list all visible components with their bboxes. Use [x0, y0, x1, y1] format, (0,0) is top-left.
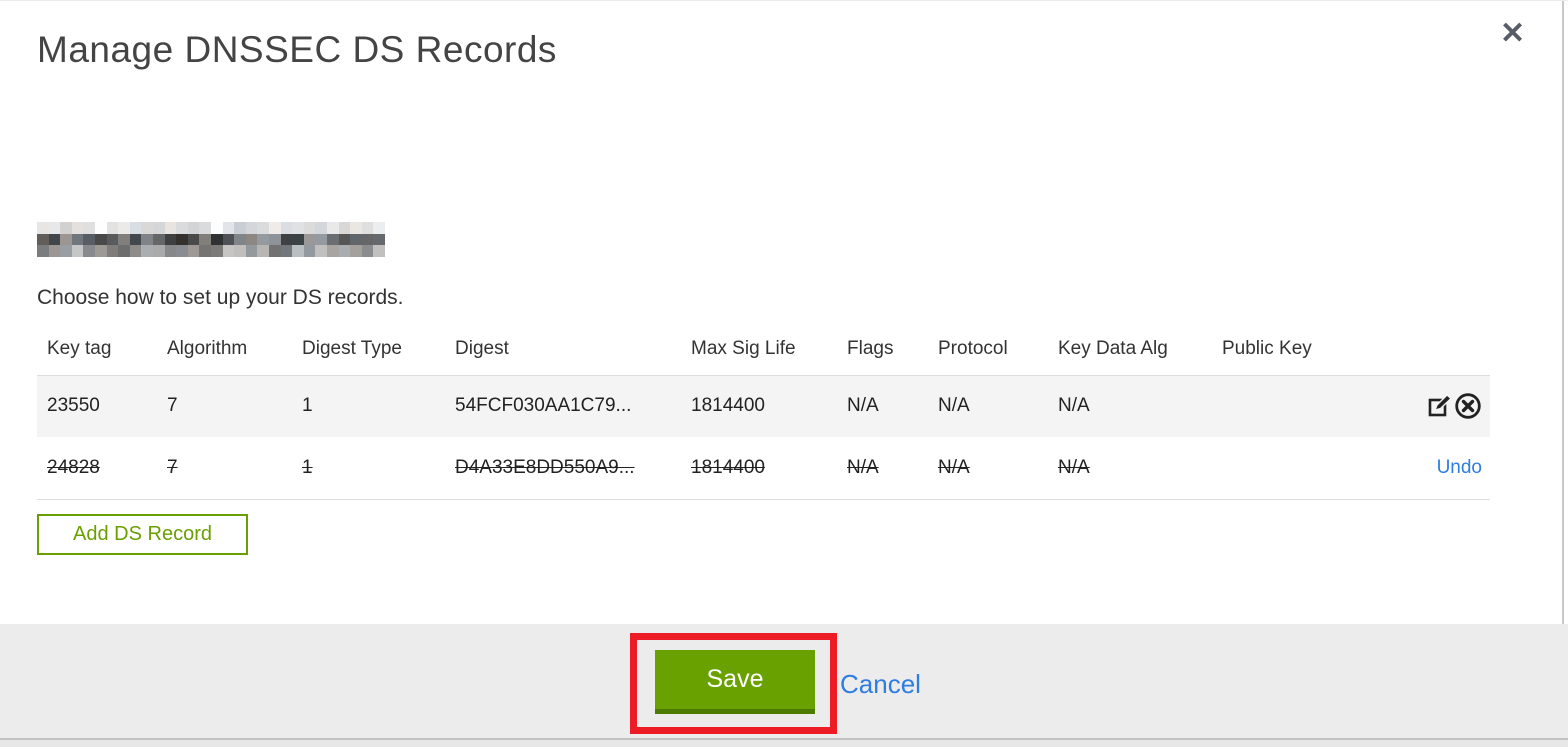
cell-algorithm: 7 — [167, 395, 178, 417]
close-icon[interactable]: ✕ — [1500, 19, 1525, 49]
cell-key-data-alg: N/A — [1058, 456, 1090, 478]
table-row-deleted: 24828 7 1 D4A33E8DD550A9... 1814400 N/A … — [37, 437, 1490, 500]
cell-digest: 54FCF030AA1C79... — [455, 395, 632, 417]
cell-digest-type: 1 — [302, 456, 313, 478]
cell-protocol: N/A — [938, 456, 970, 478]
table-row: 23550 7 1 54FCF030AA1C79... 1814400 N/A … — [37, 374, 1490, 437]
col-header-digest: Digest — [455, 337, 509, 359]
save-button[interactable]: Save — [655, 650, 815, 714]
redacted-domain-name — [37, 222, 385, 257]
cell-max-sig-life: 1814400 — [691, 395, 765, 417]
col-header-public-key: Public Key — [1222, 337, 1312, 359]
edit-record-icon[interactable] — [1427, 393, 1454, 420]
col-header-actions — [1380, 331, 1490, 375]
page-title: Manage DNSSEC DS Records — [37, 29, 557, 70]
add-ds-record-button[interactable]: Add DS Record — [37, 514, 248, 555]
instruction-text: Choose how to set up your DS records. — [37, 286, 404, 309]
col-header-max-sig-life: Max Sig Life — [691, 337, 796, 359]
col-header-key-tag: Key tag — [47, 337, 112, 359]
undo-link[interactable]: Undo — [1437, 457, 1482, 478]
col-header-key-data-alg: Key Data Alg — [1058, 337, 1168, 359]
cell-algorithm: 7 — [167, 456, 178, 478]
cell-flags: N/A — [847, 395, 879, 417]
cell-key-tag: 23550 — [47, 395, 100, 417]
cancel-link[interactable]: Cancel — [840, 669, 921, 700]
col-header-flags: Flags — [847, 337, 894, 359]
cell-key-data-alg: N/A — [1058, 395, 1090, 417]
cell-protocol: N/A — [938, 395, 970, 417]
cell-digest: D4A33E8DD550A9... — [455, 456, 635, 478]
delete-record-icon[interactable] — [1454, 392, 1482, 420]
cell-max-sig-life: 1814400 — [691, 456, 765, 478]
col-header-algorithm: Algorithm — [167, 337, 248, 359]
cell-digest-type: 1 — [302, 395, 313, 417]
cell-key-tag: 24828 — [47, 456, 100, 478]
cell-flags: N/A — [847, 456, 879, 478]
col-header-digest-type: Digest Type — [302, 337, 402, 359]
col-header-protocol: Protocol — [938, 337, 1008, 359]
ds-records-table: Key tag Algorithm Digest Type Digest Max… — [37, 331, 1490, 500]
table-header-row: Key tag Algorithm Digest Type Digest Max… — [37, 331, 1490, 375]
